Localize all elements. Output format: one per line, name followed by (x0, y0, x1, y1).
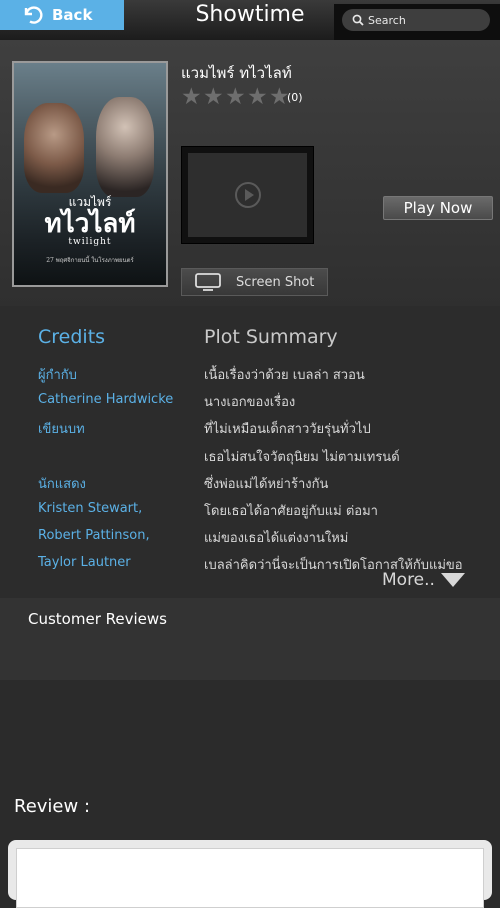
poster-figure-right (96, 97, 154, 197)
expand-down-icon (440, 573, 465, 587)
screenshot-button[interactable]: Screen Shot (181, 268, 328, 296)
play-icon (234, 182, 261, 208)
play-now-button[interactable]: Play Now (383, 196, 493, 220)
rating-count: (0) (287, 91, 303, 104)
search-icon (352, 14, 364, 26)
review-input-frame (8, 840, 492, 908)
director-name[interactable]: Catherine Hardwicke (38, 392, 173, 407)
search-area (334, 4, 500, 40)
search-box[interactable] (342, 9, 490, 31)
cast-member[interactable]: Robert Pattinson, (38, 528, 150, 543)
star-icon: ★ (225, 84, 246, 110)
movie-title: แวมไพร์ ทไวไลท์ (181, 64, 292, 82)
trailer-player[interactable] (181, 146, 314, 244)
star-icon: ★ (203, 84, 224, 110)
review-form: Review : (0, 680, 500, 908)
back-button[interactable]: Back (0, 0, 124, 30)
director-label: ผู้กำกับ (38, 368, 77, 383)
more-label: More.. (382, 570, 435, 590)
plot-line: ที่ไม่เหมือนเด็กสาววัยรุ่นทั่วไป (204, 422, 371, 437)
back-label: Back (52, 6, 93, 24)
movie-info-panel: แวมไพร์ ทไวไลท์ twilight 27 พฤศจิกายนนี้… (0, 40, 500, 307)
plot-line: เธอไม่สนใจวัตถุนิยม ไม่ตามเทรนด์ (204, 450, 400, 465)
cast-label: นักแสดง (38, 477, 86, 492)
review-input[interactable] (16, 848, 484, 908)
plot-line: แม่ของเธอได้แต่งงานใหม่ (204, 531, 349, 546)
trailer-screen (188, 153, 307, 237)
movie-poster[interactable]: แวมไพร์ ทไวไลท์ twilight 27 พฤศจิกายนนี้… (12, 61, 168, 287)
cast-member[interactable]: Taylor Lautner (38, 555, 131, 570)
details-section: Credits Plot Summary ผู้กำกับ Catherine … (0, 306, 500, 598)
writer-label: เขียนบท (38, 422, 85, 437)
customer-reviews-heading: Customer Reviews (28, 610, 167, 628)
page-title: Showtime (195, 2, 305, 27)
poster-figure-left (24, 103, 84, 193)
customer-reviews-section: Customer Reviews (0, 598, 500, 680)
top-bar: Back Showtime (0, 0, 500, 40)
credits-heading: Credits (38, 326, 106, 348)
screenshot-label: Screen Shot (236, 274, 315, 290)
plot-line: นางเอกของเรื่อง (204, 395, 296, 410)
cast-member[interactable]: Kristen Stewart, (38, 501, 142, 516)
poster-title-line3: twilight (68, 237, 112, 247)
more-button[interactable]: More.. (382, 570, 465, 590)
star-icon: ★ (247, 84, 268, 110)
monitor-icon (195, 273, 221, 291)
review-label: Review : (14, 796, 91, 817)
plot-line: เนื้อเรื่องว่าด้วย เบลล่า สวอน (204, 368, 365, 383)
star-icon: ★ (181, 84, 202, 110)
plot-summary-heading: Plot Summary (204, 326, 338, 348)
plot-line: ซึ่งพ่อแม่ได้หย่าร้างกัน (204, 477, 329, 492)
plot-line: โดยเธอได้อาศัยอยู่กับแม่ ต่อมา (204, 504, 378, 519)
search-input[interactable] (368, 13, 478, 27)
poster-footer: 27 พฤศจิกายนนี้ ในโรงภาพยนตร์ (46, 257, 134, 264)
back-arrow-icon (24, 6, 43, 24)
star-rating[interactable]: ★ ★ ★ ★ ★ (0) (181, 84, 303, 110)
